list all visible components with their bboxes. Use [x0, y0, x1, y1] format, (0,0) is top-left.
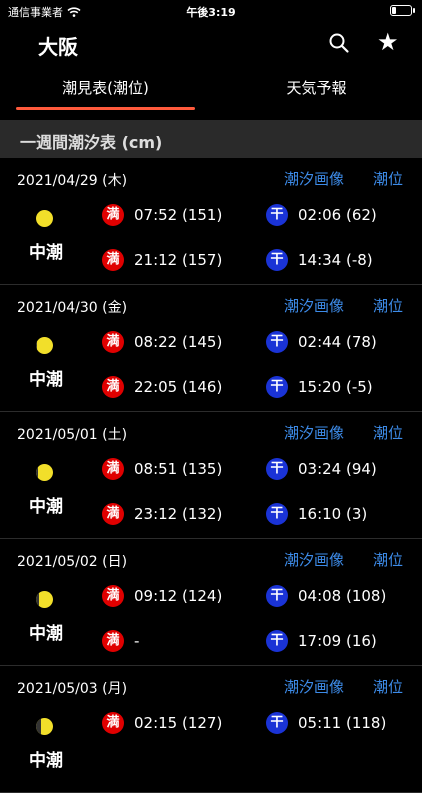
low-tide-mark: 干 [266, 331, 288, 353]
high-tide-value: 02:15 (127) [134, 714, 223, 732]
low-tide-value: 05:11 (118) [298, 714, 387, 732]
high-tide-mark: 満 [102, 503, 124, 525]
tide-image-link[interactable]: 潮汐画像 [284, 676, 344, 697]
moon-shadow [36, 591, 40, 608]
tide-list: 2021/04/29 (木) 潮汐画像 潮位 中潮満 07:52 (151) 満 21:12… [0, 158, 422, 793]
section-header: 一週間潮汐表 (cm) [0, 120, 422, 158]
day-date: 2021/05/03 (月) [17, 681, 128, 697]
high-tide-mark: 満 [102, 712, 124, 734]
battery-level [392, 7, 396, 14]
moon-phase-icon [36, 210, 53, 227]
battery-icon [390, 5, 415, 16]
low-tide-mark: 干 [266, 249, 288, 271]
low-tide-mark: 干 [266, 630, 288, 652]
tide-name: 中潮 [29, 497, 63, 517]
moon-phase-icon [36, 591, 53, 608]
tide-image-link[interactable]: 潮汐画像 [284, 168, 344, 189]
low-tide-mark: 干 [266, 204, 288, 226]
high-tide-value: 21:12 (157) [134, 251, 223, 269]
high-tide-value: - [134, 632, 140, 650]
moon-phase-icon [36, 337, 53, 354]
section-title: 一週間潮汐表 (cm) [20, 133, 163, 152]
low-tide-value: 02:06 (62) [298, 206, 377, 224]
tide-level-link[interactable]: 潮位 [373, 295, 403, 316]
tide-day-row: 2021/05/01 (土) 潮汐画像 潮位中潮 満 08:51 (135) 満 23:12… [0, 412, 422, 539]
low-tide-value: 14:34 (-8) [298, 251, 373, 269]
tide-image-link[interactable]: 潮汐画像 [284, 549, 344, 570]
tide-name: 中潮 [29, 624, 63, 644]
high-tide-mark: 満 [102, 331, 124, 353]
tide-day-row: 2021/04/30 (金) 潮汐画像 潮位中潮 満 08:22 (145) 満 22:05… [0, 285, 422, 412]
high-tide-value: 07:52 (151) [134, 206, 223, 224]
tide-image-link[interactable]: 潮汐画像 [284, 295, 344, 316]
tab-bar: 潮見表(潮位) 天気予報 [0, 66, 422, 116]
low-tide-mark: 干 [266, 458, 288, 480]
tide-name: 中潮 [29, 370, 63, 390]
low-tide-mark: 干 [266, 585, 288, 607]
low-tide-mark: 干 [266, 503, 288, 525]
high-tide-mark: 満 [102, 585, 124, 607]
low-tide-mark: 干 [266, 376, 288, 398]
low-tide-value: 16:10 (3) [298, 505, 368, 523]
high-tide-mark: 満 [102, 376, 124, 398]
high-tide-value: 09:12 (124) [134, 587, 223, 605]
low-tide-mark: 干 [266, 712, 288, 734]
moon-phase-icon [36, 718, 53, 735]
moon-shadow [36, 464, 39, 481]
star-icon[interactable]: ★ [377, 28, 399, 56]
tide-level-link[interactable]: 潮位 [373, 676, 403, 697]
status-time: 午後3:19 [186, 6, 236, 19]
day-date: 2021/05/01 (土) [17, 427, 128, 443]
high-tide-value: 23:12 (132) [134, 505, 223, 523]
moon-shadow [36, 337, 37, 354]
tide-day-row: 2021/04/29 (木) 潮汐画像 潮位中潮 満 07:52 (151) 満 21:12… [0, 158, 422, 285]
low-tide-value: 15:20 (-5) [298, 378, 373, 396]
page-title: 大阪 [38, 35, 78, 59]
tide-image-link[interactable]: 潮汐画像 [284, 422, 344, 443]
day-date: 2021/04/29 (木) [17, 173, 128, 189]
high-tide-mark: 満 [102, 204, 124, 226]
tab-label: 天気予報 [286, 79, 347, 97]
low-tide-value: 03:24 (94) [298, 460, 377, 478]
high-tide-value: 08:22 (145) [134, 333, 223, 351]
moon-shadow [36, 718, 42, 735]
high-tide-value: 22:05 (146) [134, 378, 223, 396]
low-tide-value: 02:44 (78) [298, 333, 377, 351]
tab-tide-level[interactable]: 潮見表(潮位) [0, 66, 211, 116]
day-date: 2021/05/02 (日) [17, 554, 128, 570]
tab-weather[interactable]: 天気予報 [211, 66, 422, 116]
tide-day-row: 2021/05/02 (日) 潮汐画像 潮位 中潮満 09:12 (124) 満 - 干 04:… [0, 539, 422, 666]
nav-bar: 大阪 ★ [0, 22, 422, 66]
tide-level-link[interactable]: 潮位 [373, 168, 403, 189]
tide-level-link[interactable]: 潮位 [373, 549, 403, 570]
tab-label: 潮見表(潮位) [62, 79, 149, 97]
tide-name: 中潮 [29, 243, 63, 263]
tab-selected-indicator [16, 107, 195, 110]
low-tide-value: 17:09 (16) [298, 632, 377, 650]
day-date: 2021/04/30 (金) [17, 300, 128, 316]
tide-level-link[interactable]: 潮位 [373, 422, 403, 443]
moon-phase-icon [36, 464, 53, 481]
high-tide-mark: 満 [102, 630, 124, 652]
tide-day-row: 2021/05/03 (月) 潮汐画像 潮位 中潮満 02:15 (127) 干 05:11… [0, 666, 422, 793]
high-tide-mark: 満 [102, 249, 124, 271]
status-bar: 通信事業者 午後3:19 [0, 0, 422, 22]
low-tide-value: 04:08 (108) [298, 587, 387, 605]
search-icon[interactable] [327, 31, 351, 55]
high-tide-value: 08:51 (135) [134, 460, 223, 478]
high-tide-mark: 満 [102, 458, 124, 480]
